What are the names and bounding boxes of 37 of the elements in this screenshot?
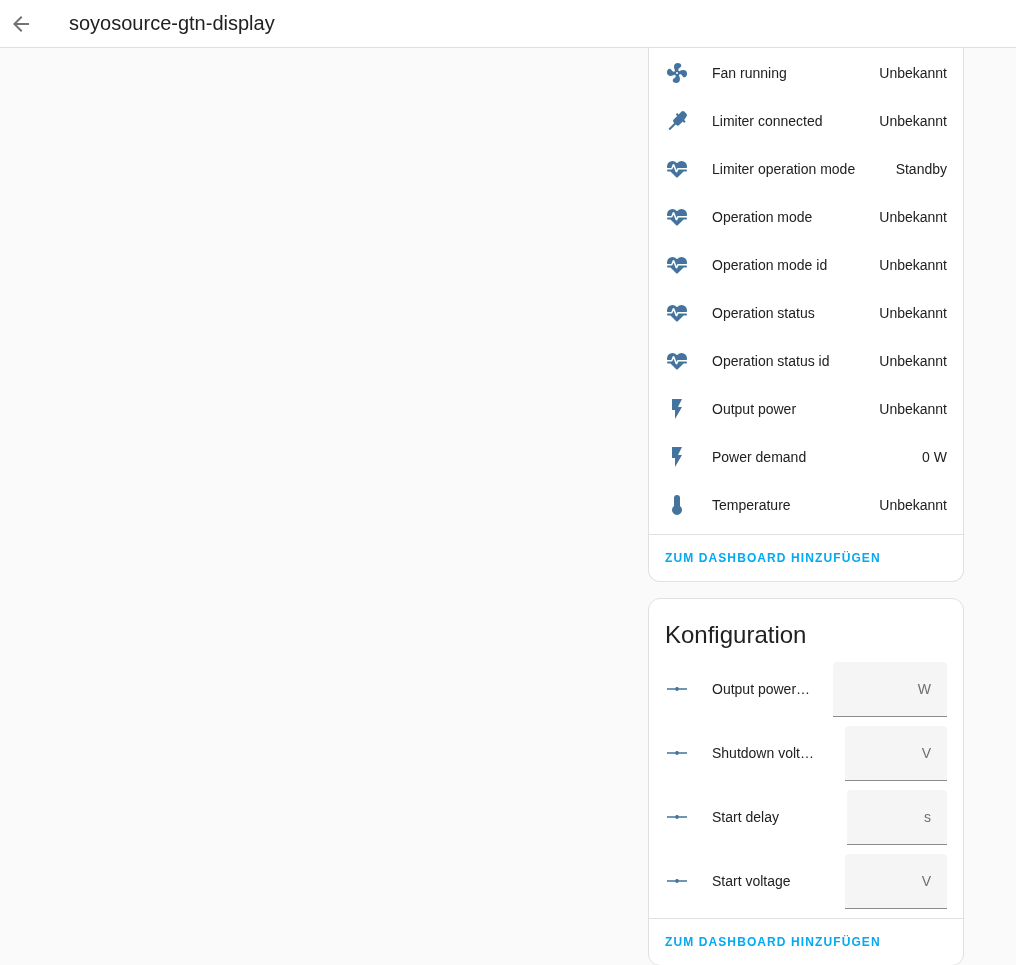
setting-name: Start voltage	[712, 873, 792, 889]
sensor-name: Operation mode	[712, 209, 814, 225]
page-title: soyosource-gtn-display	[69, 12, 275, 35]
slider-icon	[667, 687, 687, 691]
sensor-name: Fan running	[712, 65, 788, 81]
sensor-value: Unbekannt	[879, 113, 947, 129]
sensor-value: Unbekannt	[879, 209, 947, 225]
sensor-value: Unbekannt	[879, 305, 947, 321]
sensor-value: Unbekannt	[879, 401, 947, 417]
number-input-field[interactable]: W	[833, 661, 947, 717]
sensor-value: Unbekannt	[879, 353, 947, 369]
number-input-field[interactable]: V	[845, 725, 947, 781]
sensor-value: Unbekannt	[879, 257, 947, 273]
number-input-field[interactable]: V	[845, 853, 947, 909]
number-input-field[interactable]: s	[847, 789, 947, 845]
add-to-dashboard-button[interactable]: ZUM DASHBOARD HINZUFÜGEN	[657, 543, 889, 573]
sensor-value: Unbekannt	[879, 65, 947, 81]
slider-icon	[667, 879, 687, 883]
card-title: Konfiguration	[664, 620, 808, 650]
setting-name: Output power…	[712, 681, 812, 697]
slider-icon	[667, 815, 687, 819]
sensor-name: Operation status id	[712, 353, 831, 369]
sensor-name: Operation status	[712, 305, 816, 321]
setting-name: Start delay	[712, 809, 780, 825]
sensor-name: Limiter operation mode	[712, 161, 857, 177]
add-to-dashboard-button[interactable]: ZUM DASHBOARD HINZUFÜGEN	[657, 927, 889, 957]
sensor-name: Limiter connected	[712, 113, 824, 129]
sensor-name: Output power	[712, 401, 798, 417]
sensor-name: Power demand	[712, 449, 808, 465]
slider-icon	[667, 751, 687, 755]
setting-name: Shutdown volt…	[712, 745, 815, 761]
sensor-name: Operation mode id	[712, 257, 829, 273]
sensor-value: 0 W	[922, 449, 947, 465]
fan-icon	[665, 61, 689, 85]
sensor-value: Standby	[895, 161, 947, 177]
sensor-name: Temperature	[712, 497, 792, 513]
sensor-value: Unbekannt	[879, 497, 947, 513]
